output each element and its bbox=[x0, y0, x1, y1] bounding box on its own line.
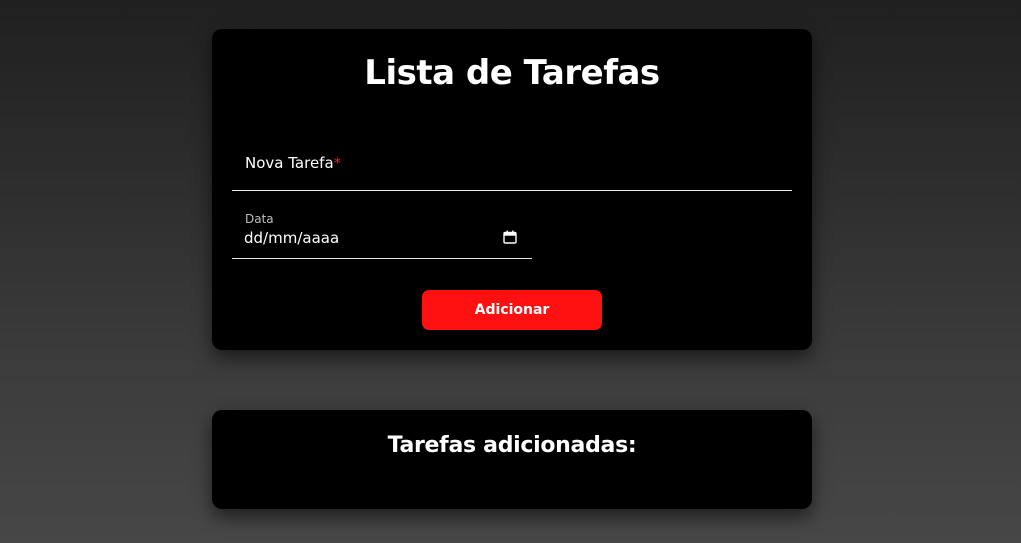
date-input-placeholder: dd/mm/aaaa bbox=[244, 229, 340, 247]
task-list-title: Tarefas adicionadas: bbox=[387, 433, 637, 458]
date-input-label: Data bbox=[245, 212, 274, 226]
task-input-field[interactable]: Nova Tarefa* bbox=[232, 147, 792, 191]
task-input-label: Nova Tarefa* bbox=[245, 154, 341, 172]
task-list-card: Tarefas adicionadas: bbox=[212, 410, 812, 509]
add-task-button[interactable]: Adicionar bbox=[422, 290, 602, 330]
task-form-card: Lista de Tarefas Nova Tarefa* Data dd/mm… bbox=[212, 29, 812, 350]
task-label-text: Nova Tarefa bbox=[245, 154, 334, 172]
page-title: Lista de Tarefas bbox=[364, 53, 660, 93]
required-asterisk: * bbox=[333, 154, 342, 172]
calendar-icon[interactable] bbox=[503, 230, 517, 244]
date-input-field[interactable]: Data dd/mm/aaaa bbox=[232, 209, 532, 259]
